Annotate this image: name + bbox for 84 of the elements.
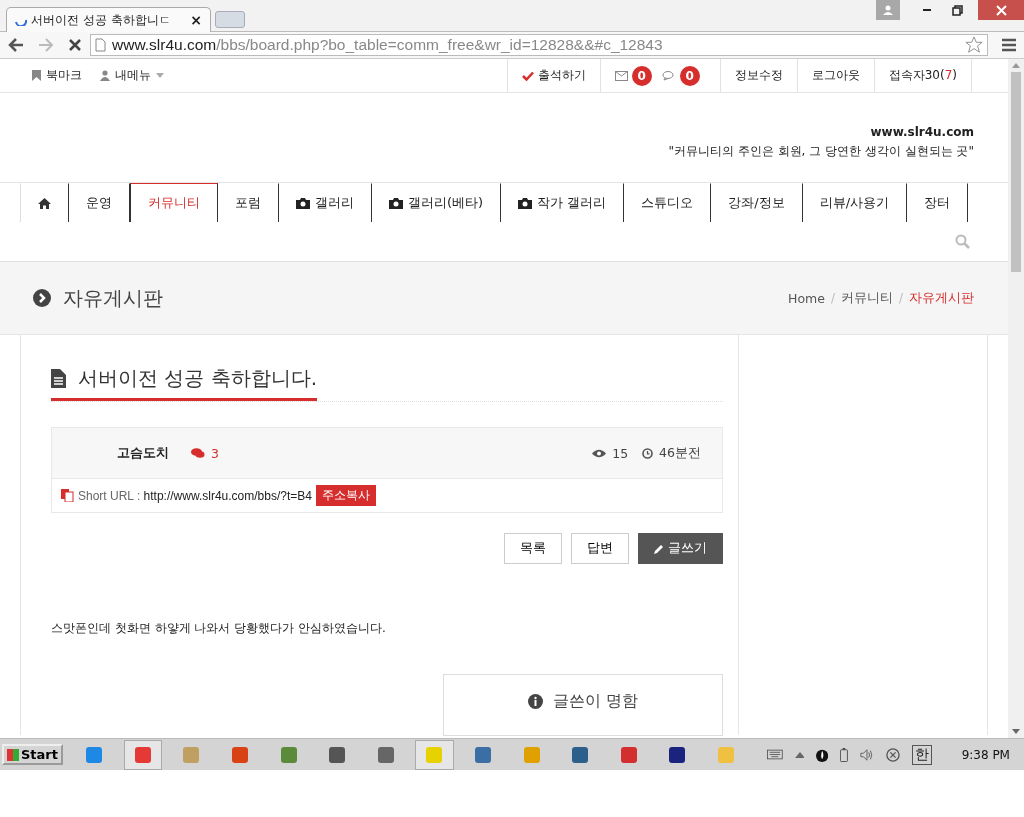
post-body: 스맛폰인데 첫화면 하얗게 나와서 당황했다가 안심하였습니다. xyxy=(51,620,387,637)
clock[interactable]: 9:38 PM xyxy=(961,747,1010,762)
author-card-title: 글쓴이 명함 xyxy=(552,691,639,712)
profile-button[interactable] xyxy=(876,0,900,20)
author-name[interactable]: 고슴도치 xyxy=(117,444,169,462)
battery-icon[interactable] xyxy=(839,746,848,763)
pencil-icon xyxy=(654,543,664,554)
home-icon xyxy=(38,197,51,209)
view-count: 15 xyxy=(612,445,629,461)
action-button[interactable]: 목록 xyxy=(504,533,562,564)
nav-tab[interactable]: 갤러리(베타) xyxy=(372,183,502,222)
nav-tab[interactable] xyxy=(20,183,69,222)
back-icon[interactable] xyxy=(8,38,24,52)
scroll-down-icon[interactable] xyxy=(1012,729,1020,734)
nav-tab[interactable]: 강좌/정보 xyxy=(711,183,803,222)
camera-icon xyxy=(296,197,310,209)
page-icon xyxy=(95,38,106,52)
chevron-circle-icon xyxy=(33,289,51,307)
mail-icon[interactable] xyxy=(614,70,628,81)
document-icon xyxy=(51,369,66,388)
topbar-link[interactable]: 로그아웃 xyxy=(797,59,875,92)
camera-icon xyxy=(518,197,533,209)
page-title: 자유게시판 xyxy=(63,284,163,312)
topbar-link[interactable]: 출석하기 xyxy=(507,59,601,92)
scrollbar-thumb[interactable] xyxy=(1011,72,1021,272)
topbar-link[interactable]: 정보수정 xyxy=(720,59,798,92)
breadcrumb-link[interactable]: Home xyxy=(788,290,825,306)
copy-icon xyxy=(61,489,74,502)
person-icon xyxy=(100,70,110,81)
site-address: www.slr4u.com xyxy=(870,125,974,139)
close-window-button[interactable] xyxy=(978,0,1024,20)
up-arrow-icon[interactable] xyxy=(795,751,804,758)
minimize-icon xyxy=(923,9,931,11)
checkmark-icon xyxy=(521,70,534,81)
site-slogan: "커뮤니티의 주인은 회원, 그 당연한 생각이 실현되는 곳" xyxy=(668,143,974,160)
eye-icon xyxy=(592,448,607,458)
topbar-link[interactable]: 북마크 xyxy=(32,67,82,84)
breadcrumb-separator: / xyxy=(898,291,903,305)
action-button[interactable]: 답변 xyxy=(571,533,629,564)
topbar-link[interactable]: 내메뉴 xyxy=(100,67,164,84)
star-icon[interactable] xyxy=(965,36,983,54)
address-bar[interactable]: www.slr4u.com/bbs/board.php?bo_table=comm_free&wr_id=12828&&#c_12843 xyxy=(90,34,988,56)
nav-tab[interactable]: 커뮤니티 xyxy=(130,183,218,222)
caret-icon xyxy=(156,73,164,78)
nav-tab[interactable]: 스튜디오 xyxy=(624,183,712,222)
info-icon xyxy=(527,694,543,709)
count-badge: 0 xyxy=(631,65,652,86)
nav-tab[interactable]: 작가 갤러리 xyxy=(501,183,625,222)
comments-icon xyxy=(191,447,205,459)
bookmark-icon xyxy=(32,70,41,81)
keyboard-icon[interactable] xyxy=(767,749,783,760)
input-method-indicator[interactable]: 한 xyxy=(911,744,932,765)
scrollbar[interactable] xyxy=(1008,59,1024,738)
comment-count: 3 xyxy=(211,445,219,461)
nav-tab[interactable]: 장터 xyxy=(907,183,969,222)
scroll-up-icon[interactable] xyxy=(1012,63,1020,68)
nav-tab[interactable]: 갤러리 xyxy=(279,183,372,222)
write-button[interactable]: 글쓰기 xyxy=(638,533,723,564)
close-icon xyxy=(995,4,1007,16)
count-badge: 0 xyxy=(679,65,700,86)
breadcrumb-separator: / xyxy=(830,291,835,305)
stop-icon[interactable] xyxy=(68,38,82,52)
search-icon[interactable] xyxy=(955,233,970,249)
post-time: 46분전 xyxy=(659,444,701,462)
speaker-icon[interactable] xyxy=(859,747,874,762)
topbar-link[interactable]: 접속자30(7) xyxy=(874,59,972,92)
browser-tab[interactable]: 서버이전 성공 축하합니ㄷ × xyxy=(6,7,211,32)
short-url: Short URL : http://www.slr4u.com/bbs/?t=B4 xyxy=(78,488,312,503)
chat-icon[interactable] xyxy=(661,70,676,81)
menu-icon[interactable] xyxy=(1002,38,1016,52)
forward-icon[interactable] xyxy=(38,38,54,52)
clock-icon xyxy=(642,447,654,459)
breadcrumb-link[interactable]: 커뮤니티 xyxy=(840,289,893,307)
close-tab-button[interactable]: × xyxy=(190,12,202,28)
restore-icon xyxy=(951,4,963,16)
copy-address-button[interactable]: 주소복사 xyxy=(316,485,376,506)
camera-icon xyxy=(389,197,403,209)
start-button[interactable]: Start xyxy=(2,744,63,765)
nav-tab[interactable]: 리뷰/사용기 xyxy=(802,183,908,222)
person-icon xyxy=(883,5,893,15)
post-title: 서버이전 성공 축하합니다. xyxy=(78,365,318,392)
nav-tab[interactable]: 운영 xyxy=(69,183,130,222)
nav-tab[interactable]: 포럼 xyxy=(218,183,279,222)
no-network-icon[interactable] xyxy=(885,746,900,763)
